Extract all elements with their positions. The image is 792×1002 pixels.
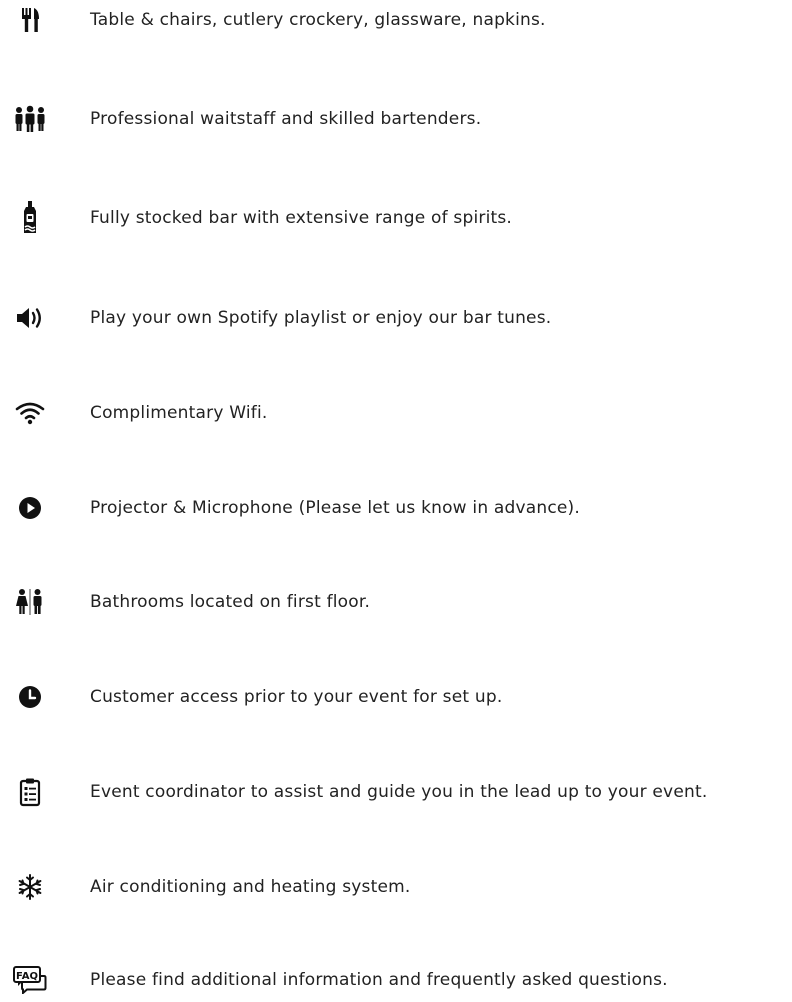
amenity-label: Play your own Spotify playlist or enjoy …: [90, 308, 552, 328]
staff-icon: [10, 97, 50, 141]
amenity-item-climate: Air conditioning and heating system.: [0, 865, 792, 909]
wifi-icon: [10, 391, 50, 435]
svg-text:FAQ: FAQ: [16, 971, 38, 982]
play-icon: [10, 486, 50, 530]
amenity-item-staff: Professional waitstaff and skilled barte…: [0, 97, 792, 141]
amenity-item-coordinator: Event coordinator to assist and guide yo…: [0, 770, 792, 814]
amenity-item-bar: Fully stocked bar with extensive range o…: [0, 196, 792, 240]
amenity-item-access: Customer access prior to your event for …: [0, 675, 792, 719]
amenity-label: Air conditioning and heating system.: [90, 877, 411, 897]
amenity-item-tableware: Table & chairs, cutlery crockery, glassw…: [0, 0, 792, 42]
amenity-item-projector: Projector & Microphone (Please let us kn…: [0, 486, 792, 530]
amenity-item-faq[interactable]: FAQ Please find additional information a…: [0, 958, 792, 1002]
amenity-label: Event coordinator to assist and guide yo…: [90, 782, 708, 802]
speaker-icon: [10, 296, 50, 340]
amenity-label: Bathrooms located on first floor.: [90, 592, 371, 612]
amenity-label: Complimentary Wifi.: [90, 403, 268, 423]
amenity-label: Professional waitstaff and skilled barte…: [90, 109, 482, 129]
cutlery-icon: [10, 0, 50, 42]
clock-icon: [10, 675, 50, 719]
faq-icon[interactable]: FAQ: [10, 958, 50, 1002]
clipboard-icon: [10, 770, 50, 814]
faq-link[interactable]: Please find additional information and f…: [90, 958, 668, 1002]
restroom-icon: [10, 580, 50, 624]
bottle-icon: [10, 196, 50, 240]
amenity-item-bathrooms: Bathrooms located on first floor.: [0, 580, 792, 624]
amenity-label: Customer access prior to your event for …: [90, 687, 503, 707]
amenity-label: Table & chairs, cutlery crockery, glassw…: [90, 10, 546, 30]
amenity-label: Fully stocked bar with extensive range o…: [90, 208, 513, 228]
amenities-list: Table & chairs, cutlery crockery, glassw…: [0, 0, 792, 1000]
snowflake-icon: [10, 865, 50, 909]
amenity-item-wifi: Complimentary Wifi.: [0, 391, 792, 435]
amenity-item-music: Play your own Spotify playlist or enjoy …: [0, 296, 792, 340]
amenity-label: Projector & Microphone (Please let us kn…: [90, 498, 580, 518]
